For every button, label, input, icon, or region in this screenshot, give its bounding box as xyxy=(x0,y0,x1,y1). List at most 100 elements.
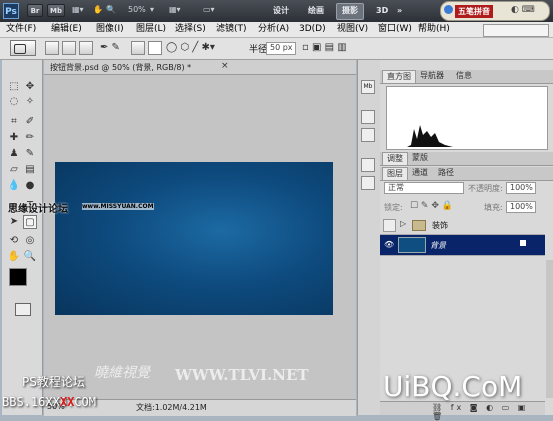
menu-help[interactable]: 帮助(H) xyxy=(418,23,450,36)
eye-icon[interactable]: 👁 xyxy=(384,240,394,249)
eraser-tool-icon[interactable]: ▱ xyxy=(7,163,21,177)
lock-icons[interactable]: ☐ ✎ ✥ 🔒 xyxy=(410,201,453,211)
layers-scrollbar[interactable] xyxy=(546,260,553,398)
layer-name: 装饰 xyxy=(432,221,448,230)
gradient-tool-icon[interactable]: ▤ xyxy=(23,163,37,177)
workspace-design[interactable]: 设计 xyxy=(268,3,294,18)
mini-bridge-button[interactable]: Mb xyxy=(47,4,65,17)
menu-view[interactable]: 视图(V) xyxy=(337,23,368,36)
actions-panel-icon[interactable] xyxy=(361,128,375,142)
options-bar: ✒ ✎ ◯ ⬡ ╱ ✱▾ 半径: 50 px ▫ ▣ ▤ ▥ xyxy=(0,38,553,60)
layer-row[interactable]: ▷ 装饰 xyxy=(380,216,545,235)
menu-edit[interactable]: 编辑(E) xyxy=(51,23,82,36)
tab-info[interactable]: 信息 xyxy=(452,70,476,82)
radius-input[interactable]: 50 px xyxy=(266,42,296,55)
visibility-toggle[interactable] xyxy=(383,219,396,232)
fill-pixels-icon[interactable] xyxy=(79,41,93,55)
bridge-button[interactable]: Br xyxy=(27,4,43,17)
history-brush-tool-icon[interactable]: ✎ xyxy=(23,147,37,161)
paths-icon[interactable] xyxy=(62,41,76,55)
expand-arrow-icon[interactable]: ▷ xyxy=(400,219,406,228)
opacity-label: 不透明度: xyxy=(468,184,503,193)
window-controls-area xyxy=(483,24,549,37)
workspace-painting[interactable]: 绘画 xyxy=(303,3,329,18)
layer-row-selected[interactable]: 👁 背景 xyxy=(380,235,545,256)
ime-mode-label[interactable]: 五笔拼音 xyxy=(455,5,493,18)
3d-orbit-tool-icon[interactable]: ◎ xyxy=(23,234,37,248)
rectangle-shape-icon[interactable] xyxy=(131,41,145,55)
healing-brush-tool-icon[interactable]: ✚ xyxy=(7,131,21,145)
crop-tool-icon[interactable]: ⌗ xyxy=(7,115,21,129)
tab-layers[interactable]: 图层 xyxy=(382,167,408,180)
menu-image[interactable]: 图像(I) xyxy=(96,23,124,36)
lock-icon xyxy=(520,240,526,246)
blur-tool-icon[interactable]: 💧 xyxy=(7,179,21,193)
menu-analysis[interactable]: 分析(A) xyxy=(258,23,289,36)
ime-options-icon[interactable]: ◐ ⌨ xyxy=(511,5,535,15)
shape-mode-icons[interactable]: ▫ ▣ ▤ ▥ xyxy=(302,42,347,53)
brushes-panel-icon[interactable] xyxy=(361,176,375,190)
menu-select[interactable]: 选择(S) xyxy=(175,23,206,36)
path-selection-tool-icon[interactable]: ➤ xyxy=(7,215,21,229)
blend-mode-select[interactable]: 正常 xyxy=(384,182,464,194)
menu-file[interactable]: 文件(F) xyxy=(6,23,36,36)
hand-tool-icon[interactable]: ✋ xyxy=(7,250,21,264)
move-tool-icon[interactable]: ✥ xyxy=(23,80,37,94)
history-panel-icon[interactable] xyxy=(361,110,375,124)
tool-preset-picker[interactable] xyxy=(10,40,36,56)
photoshop-logo: Ps xyxy=(3,3,19,19)
frame-icon[interactable]: ▦▾ xyxy=(72,5,84,14)
grid-icon[interactable]: ▦▾ xyxy=(169,5,181,14)
menu-window[interactable]: 窗口(W) xyxy=(378,23,412,36)
fill-input[interactable]: 100% xyxy=(506,201,536,213)
ellipse-polygon-line-icons[interactable]: ◯ ⬡ ╱ ✱▾ xyxy=(166,42,215,53)
quick-mask-icon[interactable] xyxy=(15,303,31,316)
tab-adjustments[interactable]: 调整 xyxy=(382,152,408,165)
lock-label: 锁定: xyxy=(384,203,403,212)
zoom-level-select[interactable]: 50% xyxy=(128,5,146,14)
bbs-highlight: XX xyxy=(60,395,75,409)
workspace-3d[interactable]: 3D xyxy=(371,3,393,18)
histogram-tabs: 直方图 导航器 信息 xyxy=(380,70,553,84)
document-tab[interactable]: 按钮背景.psd @ 50% (背景, RGB/8) * × xyxy=(44,60,356,75)
screen-mode-icon[interactable]: ▭▾ xyxy=(203,5,215,14)
brush-tool-icon[interactable]: ✏ xyxy=(23,131,37,145)
layers-tabs: 图层 通道 路径 xyxy=(380,167,553,181)
mini-bridge-panel-icon[interactable]: Mb xyxy=(361,80,375,94)
zoom-tool-icon[interactable]: 🔍 xyxy=(23,250,37,264)
tab-paths[interactable]: 路径 xyxy=(434,167,458,179)
menu-filter[interactable]: 滤镜(T) xyxy=(216,23,247,36)
rounded-rectangle-tool-icon[interactable]: ▢ xyxy=(23,215,37,229)
ime-logo-icon xyxy=(444,5,453,14)
uibq-watermark: UiBQ.CoM xyxy=(383,370,523,403)
tab-masks[interactable]: 蒙版 xyxy=(408,152,432,164)
shape-layers-icon[interactable] xyxy=(45,41,59,55)
layer-action-icons[interactable]: ⛓ fx ◙ ◐ ▭ ▣ 🗑 xyxy=(432,403,545,421)
tab-histogram[interactable]: 直方图 xyxy=(382,70,416,83)
hand-icon[interactable]: ✋ xyxy=(93,5,103,14)
workspace-more[interactable]: » xyxy=(392,3,407,18)
zoom-chevron-icon[interactable]: ▾ xyxy=(150,5,154,14)
tab-navigator[interactable]: 导航器 xyxy=(416,70,448,82)
canvas-image[interactable] xyxy=(55,162,333,315)
pen-tool-icons[interactable]: ✒ ✎ xyxy=(100,42,120,53)
dodge-tool-icon[interactable]: ● xyxy=(23,179,37,193)
opacity-input[interactable]: 100% xyxy=(506,182,536,194)
layer-thumbnail xyxy=(398,237,426,253)
zoom-tool-icon[interactable]: 🔍 xyxy=(106,5,116,14)
eyedropper-tool-icon[interactable]: ✐ xyxy=(23,115,37,129)
workspace-photography[interactable]: 摄影 xyxy=(336,3,364,20)
menu-layer[interactable]: 图层(L) xyxy=(136,23,166,36)
tool-presets-panel-icon[interactable] xyxy=(361,158,375,172)
document-close-icon[interactable]: × xyxy=(221,61,229,71)
magic-wand-tool-icon[interactable]: ✧ xyxy=(23,95,37,109)
foreground-color-swatch[interactable] xyxy=(9,268,27,286)
3d-rotate-tool-icon[interactable]: ⟲ xyxy=(7,234,21,248)
rounded-rectangle-shape-icon[interactable] xyxy=(148,41,162,55)
tab-channels[interactable]: 通道 xyxy=(408,167,432,179)
marquee-tool-icon[interactable]: ⬚ xyxy=(7,80,21,94)
menu-3d[interactable]: 3D(D) xyxy=(299,23,326,36)
clone-stamp-tool-icon[interactable]: ♟ xyxy=(7,147,21,161)
lasso-tool-icon[interactable]: ◌ xyxy=(7,95,21,109)
ime-toolbar[interactable]: 五笔拼音 ◐ ⌨ xyxy=(440,1,550,21)
